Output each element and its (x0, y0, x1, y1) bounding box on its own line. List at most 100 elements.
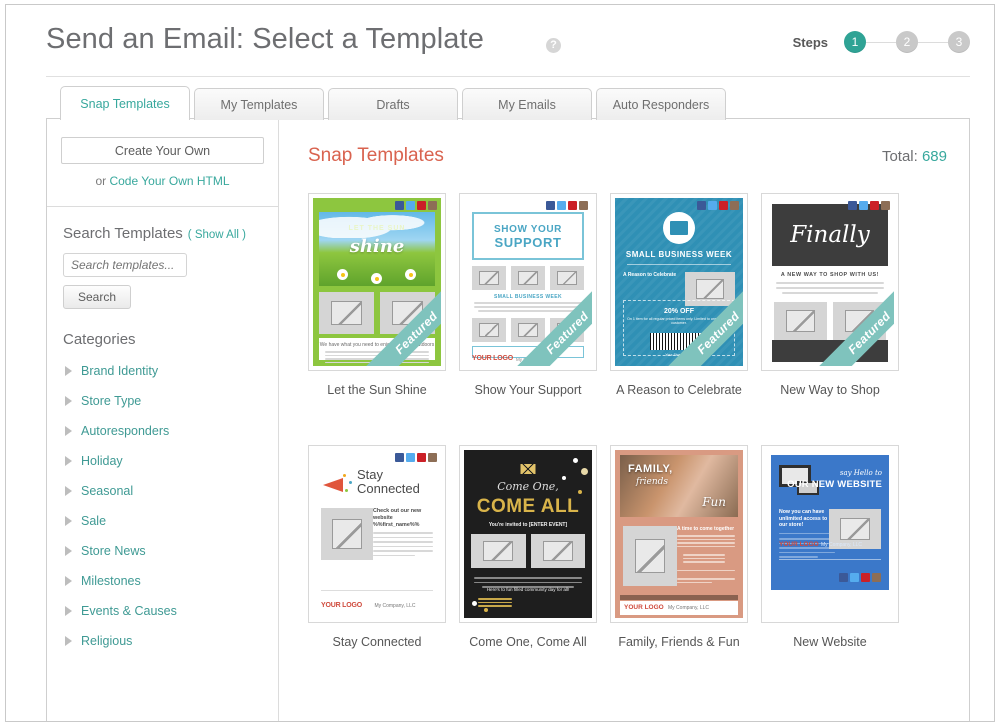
search-templates-heading: Search Templates (63, 225, 183, 242)
template-hero-line3: Fun (702, 495, 726, 509)
chevron-right-icon (65, 606, 72, 616)
content-title: Snap Templates (308, 145, 444, 166)
template-body-headline: Check out our new website %%first_name%% (373, 508, 422, 528)
instagram-icon (428, 201, 437, 210)
step-2[interactable]: 2 (896, 31, 918, 53)
category-seasonal[interactable]: Seasonal (47, 476, 278, 506)
template-kicker: LET THE SUN (348, 225, 406, 232)
template-name: Come One, Come All (469, 635, 587, 649)
step-connector (866, 41, 896, 43)
template-thumbnail-show-your-support[interactable]: SHOW YOUR SUPPORT SMALL BUSINESS WEEK YO… (459, 193, 597, 371)
chevron-right-icon (65, 576, 72, 586)
pinterest-icon (870, 201, 879, 210)
code-prefix-text: or (95, 174, 110, 188)
template-hero-text: SMALL BUSINESS WEEK (625, 250, 733, 259)
template-name: New Website (793, 635, 867, 649)
template-closing-text: Here's to fun filled community day for a… (486, 587, 570, 592)
social-icons (546, 201, 588, 210)
step-1[interactable]: 1 (844, 31, 866, 53)
instagram-icon (428, 453, 437, 462)
template-hero-line1: Stay (357, 467, 384, 482)
facebook-icon (395, 453, 404, 462)
step-3[interactable]: 3 (948, 31, 970, 53)
content-header: Snap Templates Total: 689 (308, 145, 947, 167)
category-store-news[interactable]: Store News (47, 536, 278, 566)
category-sale[interactable]: Sale (47, 506, 278, 536)
tab-auto-responders[interactable]: Auto Responders (596, 88, 726, 120)
template-body-headline: Now you can have unlimited access to our… (779, 509, 828, 528)
code-your-own-html-link[interactable]: Code Your Own HTML (109, 174, 229, 188)
tab-drafts[interactable]: Drafts (328, 88, 458, 120)
total-count: Total: 689 (882, 148, 947, 165)
search-input[interactable] (63, 253, 187, 277)
categories-list: Brand Identity Store Type Autoresponders… (47, 350, 278, 656)
template-grid: LET THE SUN shine We have what you need … (308, 193, 947, 649)
category-brand-identity[interactable]: Brand Identity (47, 356, 278, 386)
category-label: Autoresponders (81, 424, 170, 438)
template-hero-text: shine (349, 236, 405, 257)
category-religious[interactable]: Religious (47, 626, 278, 656)
template-company: My Company, LLC (374, 603, 416, 609)
template-hero-text: Finally (790, 222, 870, 248)
social-icons (395, 453, 437, 462)
template-hero-line2: OUR NEW WEBSITE (787, 479, 882, 490)
template-body-headline: A time to come together (677, 526, 735, 532)
instagram-icon (881, 201, 890, 210)
template-name: Family, Friends & Fun (618, 635, 740, 649)
pinterest-icon (861, 573, 870, 582)
category-events-causes[interactable]: Events & Causes (47, 596, 278, 626)
social-icons (395, 201, 437, 210)
twitter-icon (708, 201, 717, 210)
social-icons (697, 201, 739, 210)
show-all-link[interactable]: ( Show All ) (188, 229, 246, 241)
create-your-own-button[interactable]: Create Your Own (61, 137, 264, 164)
category-store-type[interactable]: Store Type (47, 386, 278, 416)
category-label: Sale (81, 514, 107, 528)
template-hero-line2: COME ALL (476, 496, 580, 517)
facebook-icon (848, 201, 857, 210)
chevron-right-icon (65, 516, 72, 526)
app-window: Send an Email: Select a Template ? Steps… (5, 4, 995, 722)
category-autoresponders[interactable]: Autoresponders (47, 416, 278, 446)
template-thumbnail-new-website[interactable]: say Hello to OUR NEW WEBSITE Now you can… (761, 445, 899, 623)
template-thumbnail-family-friends-fun[interactable]: FAMILY, friends Fun A time to come toget… (610, 445, 748, 623)
chevron-right-icon (65, 636, 72, 646)
tab-my-emails[interactable]: My Emails (462, 88, 592, 120)
template-thumbnail-stay-connected[interactable]: Stay Connected Check out our new website… (308, 445, 446, 623)
template-logo: YOUR LOGO (779, 541, 819, 548)
template-company: My Company, LLC (821, 542, 863, 548)
twitter-icon (859, 201, 868, 210)
code-your-own-line: or Code Your Own HTML (61, 174, 264, 188)
template-hero-line1: say Hello to (839, 469, 882, 477)
template-hero-line1: FAMILY, (628, 463, 673, 475)
template-thumbnail-a-reason-to-celebrate[interactable]: SMALL BUSINESS WEEK A Reason to Celebrat… (610, 193, 748, 371)
template-thumbnail-let-the-sun-shine[interactable]: LET THE SUN shine We have what you need … (308, 193, 446, 371)
template-hero-line2: Connected (357, 481, 420, 496)
tab-snap-templates[interactable]: Snap Templates (60, 86, 190, 121)
template-thumbnail-new-way-to-shop[interactable]: Finally A NEW WAY TO SHOP WITH US! SHOP … (761, 193, 899, 371)
template-name: Let the Sun Shine (327, 383, 427, 397)
sidebar: Create Your Own or Code Your Own HTML Se… (47, 119, 279, 721)
templates-content: Snap Templates Total: 689 LET THE SUN sh… (280, 119, 969, 721)
help-icon[interactable]: ? (546, 38, 561, 53)
twitter-icon (406, 453, 415, 462)
tab-my-templates[interactable]: My Templates (194, 88, 324, 120)
template-thumbnail-come-one-come-all[interactable]: Come One, COME ALL You're invited to [EN… (459, 445, 597, 623)
instagram-icon (872, 573, 881, 582)
category-label: Holiday (81, 454, 123, 468)
total-value: 689 (921, 148, 947, 165)
search-button[interactable]: Search (63, 285, 132, 309)
facebook-icon (839, 573, 848, 582)
category-holiday[interactable]: Holiday (47, 446, 278, 476)
search-heading-row: Search Templates ( Show All ) (63, 225, 264, 243)
pinterest-icon (417, 201, 426, 210)
chevron-right-icon (65, 456, 72, 466)
instagram-icon (579, 201, 588, 210)
envelope-icon (520, 464, 536, 474)
template-section-label: SMALL BUSINESS WEEK (493, 294, 563, 300)
template-hero-line2: SUPPORT (494, 235, 562, 250)
facebook-icon (546, 201, 555, 210)
category-milestones[interactable]: Milestones (47, 566, 278, 596)
twitter-icon (557, 201, 566, 210)
category-label: Store News (81, 544, 146, 558)
